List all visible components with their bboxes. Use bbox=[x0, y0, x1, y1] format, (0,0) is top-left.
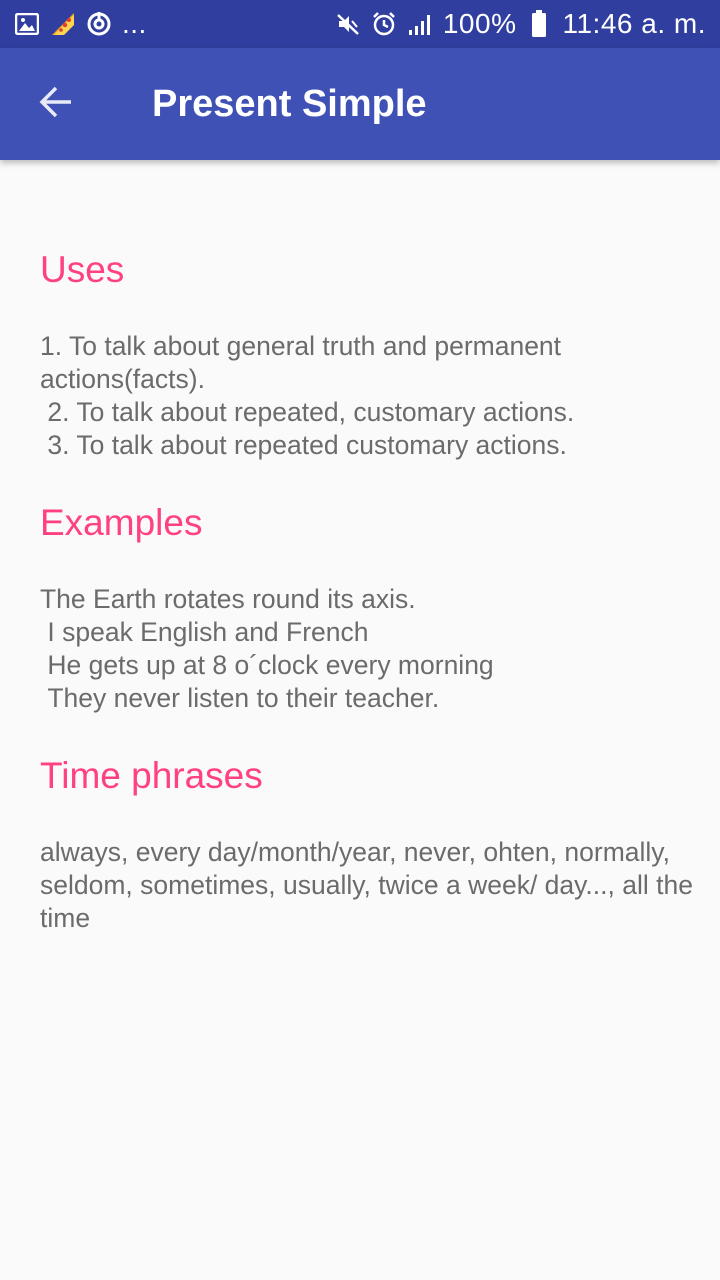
examples-heading: Examples bbox=[40, 502, 203, 543]
mute-icon bbox=[335, 11, 361, 37]
status-bar: ... 100% 11:46 a. m. bbox=[0, 0, 720, 48]
signal-icon bbox=[407, 11, 433, 37]
app-bar: Present Simple bbox=[0, 48, 720, 160]
battery-icon bbox=[526, 10, 552, 37]
pizza-icon bbox=[50, 11, 76, 37]
time-phrases-body: always, every day/month/year, never, oht… bbox=[40, 837, 701, 933]
status-time: 11:46 a. m. bbox=[562, 8, 706, 39]
uses-body: 1. To talk about general truth and perma… bbox=[40, 331, 575, 460]
battery-percentage: 100% bbox=[442, 8, 517, 39]
back-button[interactable] bbox=[28, 76, 84, 132]
status-left-group: ... bbox=[14, 0, 147, 48]
uses-heading: Uses bbox=[40, 249, 125, 290]
alarm-icon bbox=[371, 11, 397, 37]
page-title: Present Simple bbox=[152, 83, 427, 125]
image-icon bbox=[14, 11, 40, 37]
more-notifications-indicator: ... bbox=[122, 8, 147, 39]
time-phrases-heading: Time phrases bbox=[40, 755, 263, 796]
arrow-back-icon bbox=[39, 85, 73, 124]
status-right-group: 100% 11:46 a. m. bbox=[335, 0, 706, 48]
examples-body: The Earth rotates round its axis. I spea… bbox=[40, 584, 494, 713]
sync-icon bbox=[86, 11, 112, 37]
